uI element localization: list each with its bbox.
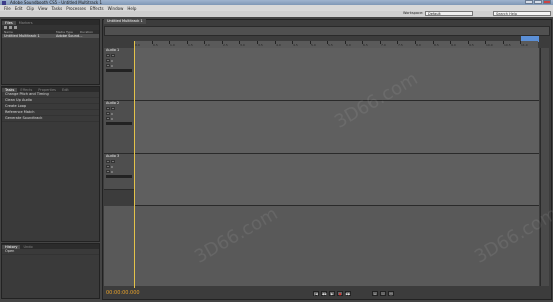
- search-help-input[interactable]: Search Help: [493, 11, 551, 16]
- pan-value: 0: [111, 63, 113, 68]
- files-panel: Files Markers Name Media Type Duration U…: [1, 19, 100, 85]
- fast-forward-button[interactable]: ▶▶: [345, 291, 351, 296]
- tab-markers[interactable]: Markers: [16, 21, 36, 25]
- ruler-label: 9.0: [451, 43, 456, 47]
- transport-controls: |◀ ◀◀ ▶ ● ▶▶: [313, 291, 351, 296]
- track-meter: [106, 122, 132, 125]
- open-icon[interactable]: [9, 26, 12, 29]
- pan-knob[interactable]: [106, 64, 110, 67]
- solo-button[interactable]: [111, 160, 115, 163]
- ruler-label: 0.5: [153, 43, 158, 47]
- ruler-label: 3.5: [258, 43, 263, 47]
- close-button[interactable]: [543, 0, 551, 4]
- file-name: Untitled Multitrack 1: [4, 34, 40, 38]
- history-panel: History Undo Open: [1, 243, 100, 299]
- file-type: Adobe Sound...: [56, 34, 83, 38]
- volume-knob[interactable]: [106, 165, 110, 168]
- track-meter: [106, 69, 132, 72]
- menu-window[interactable]: Window: [108, 6, 124, 11]
- zoom-in-button[interactable]: +: [372, 291, 378, 296]
- volume-knob[interactable]: [106, 59, 110, 62]
- volume-value: 0: [111, 164, 113, 169]
- task-item[interactable]: Generate Soundtrack: [2, 116, 99, 122]
- ruler-label: 5.5: [328, 43, 333, 47]
- record-button[interactable]: ●: [337, 291, 343, 296]
- ruler-label: 2.5: [223, 43, 228, 47]
- zoom-fit-button[interactable]: □: [388, 291, 394, 296]
- volume-value: 0: [111, 58, 113, 63]
- ruler-label: 9.5: [469, 43, 474, 47]
- empty-track-area: [104, 206, 539, 286]
- mute-button[interactable]: [106, 54, 110, 57]
- ruler-label: 2.0: [205, 43, 210, 47]
- list-item[interactable]: Untitled Multitrack 1 Adobe Sound...: [2, 34, 99, 38]
- ruler-label: 10.5: [504, 43, 511, 47]
- go-to-start-button[interactable]: |◀: [313, 291, 319, 296]
- tasks-panel: Tasks Effects Properties Edit Change Pit…: [1, 86, 100, 242]
- ruler-label: 11.0: [521, 43, 528, 47]
- menu-view[interactable]: View: [38, 6, 48, 11]
- workspace-label: Workspace:: [403, 11, 424, 15]
- volume-value: 0: [111, 111, 113, 116]
- app-icon: [2, 0, 6, 5]
- track-lane-audio-2[interactable]: [134, 101, 539, 154]
- track-lane-audio-1[interactable]: [134, 48, 539, 101]
- menu-processes[interactable]: Processes: [66, 6, 86, 11]
- tab-undo[interactable]: Undo: [20, 245, 35, 249]
- workspace-select[interactable]: Default: [425, 11, 473, 16]
- menu-file[interactable]: File: [4, 6, 11, 11]
- track-header-audio-3: Audio 3 0 0: [104, 154, 134, 190]
- ruler-label: 8.0: [416, 43, 421, 47]
- tab-edit[interactable]: Edit: [59, 88, 72, 92]
- time-display[interactable]: 00:00:00.000: [106, 290, 140, 296]
- maximize-button[interactable]: [534, 0, 542, 4]
- ruler-label: 3.0: [240, 43, 245, 47]
- menu-help[interactable]: Help: [127, 6, 136, 11]
- ruler-label: 5.0: [311, 43, 316, 47]
- ruler-label: 7.5: [398, 43, 403, 47]
- solo-button[interactable]: [111, 54, 115, 57]
- play-button[interactable]: ▶: [329, 291, 335, 296]
- pan-value: 0: [111, 169, 113, 174]
- pan-knob[interactable]: [106, 117, 110, 120]
- track-lane-audio-3[interactable]: [134, 154, 539, 206]
- rewind-button[interactable]: ◀◀: [321, 291, 327, 296]
- history-item[interactable]: Open: [2, 249, 99, 255]
- ruler-label: 4.5: [293, 43, 298, 47]
- playhead[interactable]: [134, 41, 135, 288]
- zoom-controls: + - □: [372, 291, 394, 296]
- track-header-audio-2: Audio 2 0 0: [104, 101, 134, 154]
- track-meter: [106, 175, 132, 178]
- tab-files[interactable]: Files: [2, 21, 16, 25]
- ruler-label: 7.0: [381, 43, 386, 47]
- ruler-label: 0.0: [135, 43, 140, 47]
- minimize-button[interactable]: [525, 0, 533, 4]
- delete-icon[interactable]: [14, 26, 17, 29]
- ruler-label: 8.5: [434, 43, 439, 47]
- ruler-label: 6.0: [346, 43, 351, 47]
- menu-edit[interactable]: Edit: [15, 6, 23, 11]
- ruler-label: 1.0: [170, 43, 175, 47]
- pan-value: 0: [111, 116, 113, 121]
- mute-button[interactable]: [106, 107, 110, 110]
- solo-button[interactable]: [111, 107, 115, 110]
- vertical-scrollbar[interactable]: [540, 48, 549, 286]
- ruler-label: 4.0: [276, 43, 281, 47]
- pan-knob[interactable]: [106, 170, 110, 173]
- tab-sequence[interactable]: Untitled Multitrack 1: [104, 19, 146, 24]
- mute-button[interactable]: [106, 160, 110, 163]
- ruler-label: 1.5: [188, 43, 193, 47]
- menu-effects[interactable]: Effects: [90, 6, 104, 11]
- menu-tasks[interactable]: Tasks: [52, 6, 63, 11]
- overview-bar[interactable]: [104, 26, 550, 36]
- ruler-label: 10.0: [486, 43, 493, 47]
- volume-knob[interactable]: [106, 112, 110, 115]
- new-icon[interactable]: [4, 26, 7, 29]
- track-header-audio-1: Audio 1 0 0: [104, 48, 134, 101]
- ruler-label: 6.5: [363, 43, 368, 47]
- menu-clip[interactable]: Clip: [26, 6, 34, 11]
- zoom-out-button[interactable]: -: [380, 291, 386, 296]
